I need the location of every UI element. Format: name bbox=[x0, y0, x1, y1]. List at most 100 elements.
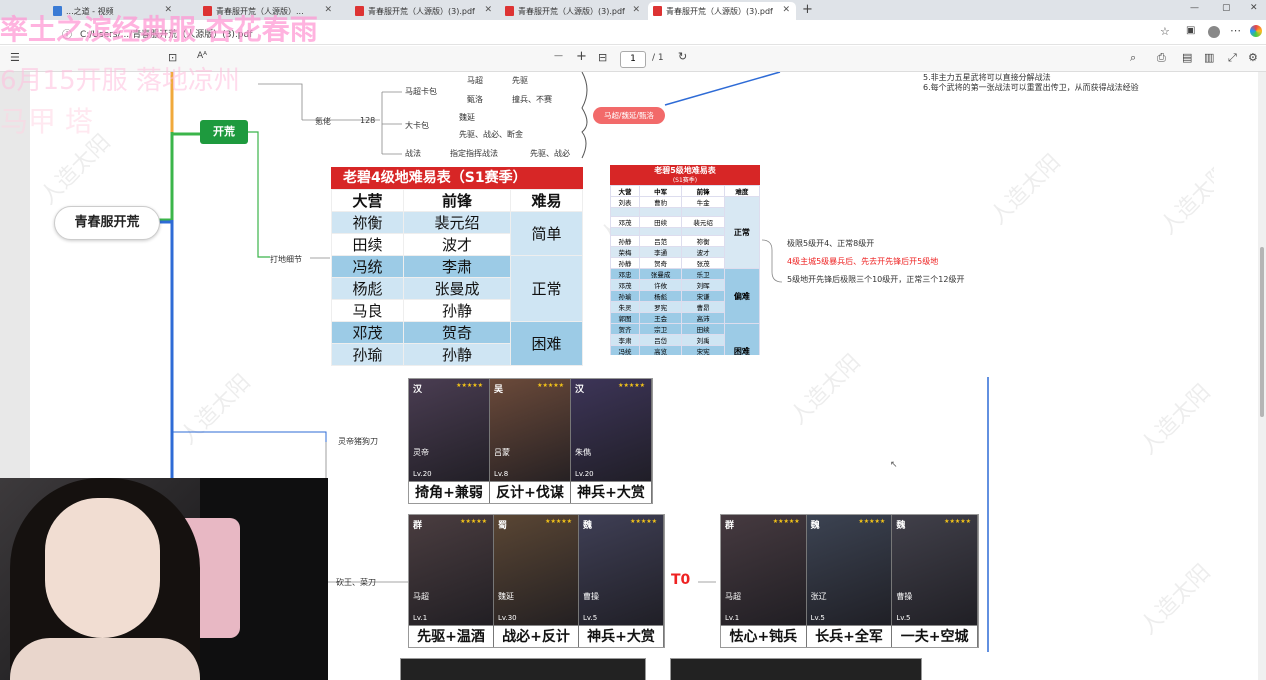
hero-tactics: 神兵+大赏 bbox=[579, 625, 663, 647]
mm-tactics-desc2: 先驱、战必 bbox=[530, 149, 570, 158]
table4-cell: 孙静 bbox=[403, 299, 511, 322]
hero-faction: 群 bbox=[413, 521, 423, 531]
rotate-icon[interactable]: ↻ bbox=[678, 50, 687, 63]
new-tab-button[interactable]: + bbox=[802, 2, 813, 17]
table5-cell bbox=[610, 226, 640, 236]
pdf-icon bbox=[355, 6, 364, 16]
table4-level: 正常 bbox=[509, 255, 584, 322]
table4-cell: 马良 bbox=[330, 299, 405, 322]
table5-cell bbox=[681, 207, 725, 217]
hero-name: 曹操 bbox=[583, 592, 599, 601]
hero-faction: 魏 bbox=[896, 521, 906, 531]
hero-strip-partial bbox=[400, 658, 646, 680]
table5-cell bbox=[638, 226, 683, 236]
table5-cell: 曹豹 bbox=[638, 196, 683, 208]
star-icon: ★★★★★ bbox=[460, 518, 487, 525]
table5-cell: 刘晖 bbox=[681, 279, 725, 291]
close-icon[interactable]: ✕ bbox=[632, 5, 640, 15]
note-top2: 6.每个武将的第一张战法可以重置出传卫，从而获得战法经验 bbox=[923, 83, 1139, 92]
root-node: 青春服开荒 bbox=[54, 206, 160, 240]
copilot-icon[interactable] bbox=[1250, 25, 1262, 37]
table4-cell: 孙静 bbox=[403, 343, 511, 366]
zoom-out-button[interactable]: — bbox=[554, 51, 563, 61]
table4-cell: 波才 bbox=[403, 233, 511, 256]
hero-name: 朱儁 bbox=[574, 448, 591, 457]
star-icon: ★★★★★ bbox=[618, 382, 645, 389]
more-icon[interactable]: ⋯ bbox=[1230, 24, 1241, 37]
table5: 大营 中军 前锋 难度 刘表 曹豹 牛金 正常 邓茂 田续 裴元绍 孙静 吕范 祢衡 荣梅 李通 波才 孙静 贺奇… bbox=[610, 185, 760, 355]
save-icon[interactable]: ▤ bbox=[1182, 51, 1192, 64]
maximize-button[interactable]: ▢ bbox=[1222, 3, 1231, 13]
branch-node: 开荒 bbox=[200, 120, 248, 144]
table5-header: 前锋 bbox=[681, 185, 725, 197]
collections-icon[interactable]: ▣ bbox=[1186, 25, 1195, 36]
table4-title: 老碧4级地难易表（S1赛季） bbox=[331, 167, 583, 189]
fit-page-icon[interactable]: ⊟ bbox=[598, 51, 607, 64]
table5-cell: 张茂 bbox=[681, 257, 725, 269]
browser-tab[interactable]: 青春服开荒（人源版）(3).pdf ✕ bbox=[350, 2, 498, 20]
table5-header: 难度 bbox=[723, 185, 760, 197]
table5-cell: 王会 bbox=[638, 312, 683, 324]
table5-cell: 邓忠 bbox=[610, 268, 640, 280]
table4-level: 困难 bbox=[509, 321, 584, 366]
table5-cell: 刘表 bbox=[610, 196, 640, 208]
hero-card: 魏 ★★★★★ 曹操 Lv.5 一夫+空城 bbox=[892, 515, 978, 647]
hero-level: Lv.20 bbox=[574, 470, 594, 478]
table4-header: 前锋 bbox=[403, 189, 511, 212]
table5-cell: 波才 bbox=[681, 246, 725, 258]
close-window-button[interactable]: ✕ bbox=[1250, 3, 1258, 13]
hero-tactics: 掎角+兼弱 bbox=[409, 481, 489, 503]
star-icon: ★★★★★ bbox=[537, 382, 564, 389]
note-a: 极限5级开4、正常8级开 bbox=[787, 239, 875, 248]
table4-block: 老碧4级地难易表（S1赛季） 大营 前锋 难易 祢衡 裴元绍 简单 田续 波才 冯统李… bbox=[330, 167, 584, 366]
close-icon[interactable]: ✕ bbox=[484, 5, 492, 15]
pdf-icon bbox=[653, 6, 662, 16]
table4-cell: 张曼成 bbox=[403, 277, 511, 300]
mm-tactics: 战法 bbox=[405, 149, 421, 158]
hero-level: Lv.5 bbox=[810, 614, 825, 622]
hero-tactics: 战必+反计 bbox=[494, 625, 578, 647]
print-icon[interactable]: ⎙ bbox=[1157, 51, 1166, 65]
scrollbar-thumb[interactable] bbox=[1260, 247, 1264, 417]
mouse-cursor: ↖ bbox=[890, 460, 898, 470]
hero-level: Lv.1 bbox=[413, 614, 428, 622]
settings-icon[interactable]: ⚙ bbox=[1248, 51, 1258, 64]
hero-name: 灵帝 bbox=[413, 448, 429, 457]
browser-tab-active[interactable]: 青春服开荒（人源版）(3).pdf ✕ bbox=[648, 2, 796, 20]
hero-faction: 吴 bbox=[493, 385, 503, 395]
close-icon[interactable]: ✕ bbox=[782, 5, 790, 15]
zoom-in-button[interactable]: + bbox=[576, 49, 587, 64]
table5-cell: 孙静 bbox=[610, 235, 640, 247]
save-as-icon[interactable]: ▥ bbox=[1204, 51, 1214, 64]
hero-strip: 群 ★★★★★ 马超 Lv.1 先驱+温酒 蜀 ★★★★★ 魏延 Lv.30 战必+反计 魏 ★★★★… bbox=[408, 514, 665, 648]
mm-kanwang: 砍王、菜刀 bbox=[336, 578, 376, 587]
mm-weiyan-tactic: 先驱、战必、断金 bbox=[459, 130, 523, 139]
favorite-icon[interactable]: ☆ bbox=[1160, 25, 1170, 38]
table5-cell: 宋宪 bbox=[681, 345, 725, 355]
minimize-button[interactable]: — bbox=[1190, 3, 1199, 13]
hero-tactics: 怯心+钝兵 bbox=[721, 625, 806, 647]
table5-header: 大营 bbox=[610, 185, 640, 197]
table4-level: 简单 bbox=[509, 211, 584, 256]
table5-cell: 宋谦 bbox=[681, 290, 725, 302]
mm-lords: 氪佬 bbox=[315, 117, 331, 126]
search-icon[interactable]: ⌕ bbox=[1130, 51, 1136, 65]
page-number-input[interactable]: 1 bbox=[620, 51, 646, 68]
mm-maochao: 马超 bbox=[467, 76, 483, 85]
pdf-icon bbox=[505, 6, 514, 16]
table4: 大营 前锋 难易 祢衡 裴元绍 简单 田续 波才 冯统 李肃 正常 杨彪 张曼成 马良 孙静 … bbox=[330, 189, 584, 366]
mm-lingdi: 灵帝猪狗刀 bbox=[338, 437, 378, 446]
webcam-feed bbox=[0, 478, 328, 680]
avatar[interactable] bbox=[1208, 26, 1220, 38]
close-icon[interactable]: ✕ bbox=[324, 5, 332, 15]
table5-cell: 乐卫 bbox=[681, 268, 725, 280]
scrollbar[interactable] bbox=[1258, 72, 1266, 680]
browser-tab[interactable]: 青春服开荒（人源版）(3).pdf ✕ bbox=[500, 2, 646, 20]
table4-cell: 邓茂 bbox=[330, 321, 405, 344]
overlay-line1: 率土之滨经典服 杏花春雨 bbox=[0, 13, 318, 46]
fullscreen-icon[interactable]: ⤢ bbox=[1228, 51, 1237, 65]
hero-tactics: 先驱+温酒 bbox=[409, 625, 493, 647]
mm-weiyan: 魏延 bbox=[459, 113, 475, 122]
table5-cell bbox=[681, 226, 725, 236]
hero-strip-partial bbox=[670, 658, 922, 680]
